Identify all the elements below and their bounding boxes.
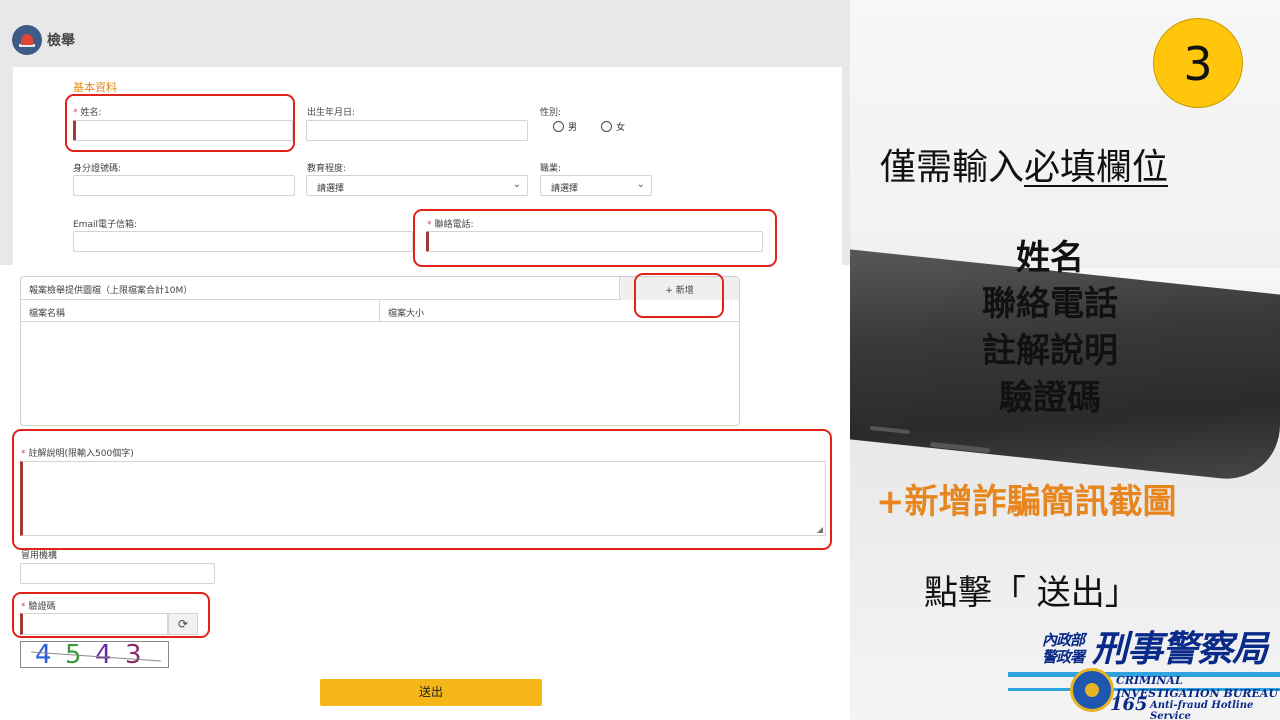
birthdate-input[interactable]	[306, 120, 528, 141]
police-seal-icon	[1070, 668, 1114, 712]
cib-logo: 內政部 警政署 刑事警察局 CRIMINAL INVESTIGATION BURE…	[1006, 630, 1280, 720]
required-asterisk: *	[73, 108, 78, 118]
gender-female-label: 女	[616, 123, 626, 133]
captcha-input[interactable]	[20, 613, 168, 635]
logo-hotline-text: Anti-fraud Hotline Service	[1150, 700, 1254, 720]
col-file-size: 檔案大小	[388, 309, 425, 319]
logo-ministry-text: 內政部 警政署	[1042, 631, 1085, 666]
radio-male[interactable]	[553, 121, 564, 132]
required-asterisk: *	[21, 602, 26, 612]
email-label: Email電子信箱:	[73, 220, 138, 230]
file-table-header: 檔案名稱 檔案大小	[21, 300, 739, 322]
section-title-basic: 基本資料	[73, 81, 117, 94]
required-asterisk: *	[427, 220, 432, 230]
gender-male-label: 男	[568, 123, 578, 133]
logo-bureau-text: 刑事警察局	[1092, 629, 1268, 670]
phone-input[interactable]	[426, 231, 763, 252]
name-input[interactable]	[73, 120, 293, 141]
education-value: 請選擇	[317, 184, 345, 194]
education-label: 教育程度:	[307, 164, 347, 174]
step-number-badge: 3	[1153, 18, 1243, 108]
file-panel-title: 報案檢舉提供圖檔（上限檔案合計10M）	[29, 286, 193, 296]
radio-female[interactable]	[601, 121, 612, 132]
gender-female-option[interactable]: 女	[601, 120, 625, 133]
gender-label: 性別:	[540, 108, 562, 118]
captcha-digit: 4	[95, 641, 112, 668]
col-file-name: 檔案名稱	[29, 309, 66, 319]
id-number-input[interactable]	[73, 175, 295, 196]
required-field-name: 姓名	[1016, 238, 1084, 278]
email-input[interactable]	[73, 231, 413, 252]
required-field-phone: 聯絡電話	[982, 284, 1118, 324]
alarm-icon	[12, 25, 42, 55]
only-required-prefix: 僅需輸入	[880, 147, 1025, 188]
job-select[interactable]: 請選擇 ⌄	[540, 175, 652, 196]
add-screenshot-instruction: +新增詐騙簡訊截圖	[876, 482, 1177, 522]
file-upload-panel: 報案檢舉提供圖檔（上限檔案合計10M） + 新增 檔案名稱 檔案大小	[20, 276, 740, 426]
job-label: 職業:	[540, 164, 562, 174]
add-file-button[interactable]: + 新增	[619, 277, 739, 300]
only-required-text: 僅需輸入必填欄位	[880, 138, 1168, 190]
agency-label: 冒用機構	[21, 551, 58, 561]
note-textarea[interactable]: ◢	[20, 461, 826, 536]
form-header-bar: 檢舉 基本資料 * 姓名: 出生年月日: 性別: 男 女 身分證號碼: 教育程度:…	[0, 0, 850, 265]
required-fields-underlined: 必填欄位	[1024, 147, 1169, 188]
note-label: * 註解說明(限輸入500個字)	[21, 446, 134, 459]
note-label-text: 註解說明(限輸入500個字)	[28, 449, 134, 459]
required-field-note: 註解說明	[982, 331, 1118, 371]
logo-ministry: 內政部	[1042, 631, 1085, 649]
logo-police: 警政署	[1042, 648, 1085, 666]
page-title: 檢舉	[47, 33, 75, 49]
basic-info-card: 基本資料 * 姓名: 出生年月日: 性別: 男 女 身分證號碼: 教育程度: 請選…	[13, 67, 842, 265]
captcha-image: 4 5 4 3	[20, 641, 169, 668]
gender-male-option[interactable]: 男	[553, 120, 577, 133]
file-panel-header: 報案檢舉提供圖檔（上限檔案合計10M） + 新增	[21, 277, 739, 300]
refresh-icon[interactable]: ⟳	[168, 613, 198, 635]
impersonated-agency-input[interactable]	[20, 563, 215, 584]
logo-hotline-number: 165	[1110, 694, 1148, 715]
id-label: 身分證號碼:	[73, 164, 122, 174]
chevron-down-icon: ⌄	[512, 179, 521, 190]
resize-handle-icon[interactable]: ◢	[817, 525, 823, 534]
chevron-down-icon: ⌄	[636, 179, 645, 190]
required-asterisk: *	[21, 449, 26, 459]
captcha-digit: 3	[125, 641, 142, 668]
submit-button[interactable]: 送出	[320, 679, 542, 706]
captcha-digit: 4	[35, 641, 52, 668]
column-divider	[379, 300, 380, 322]
phone-label: * 聯絡電話:	[427, 217, 474, 230]
name-label-text: 姓名:	[80, 108, 102, 118]
captcha-label: * 驗證碼	[21, 599, 56, 612]
name-label: * 姓名:	[73, 105, 102, 118]
captcha-label-text: 驗證碼	[28, 602, 56, 612]
birth-label: 出生年月日:	[307, 108, 356, 118]
education-select[interactable]: 請選擇 ⌄	[306, 175, 528, 196]
job-value: 請選擇	[551, 184, 579, 194]
click-submit-instruction: 點擊「 送出」	[924, 573, 1139, 613]
phone-label-text: 聯絡電話:	[434, 220, 474, 230]
required-field-captcha: 驗證碼	[999, 378, 1101, 418]
